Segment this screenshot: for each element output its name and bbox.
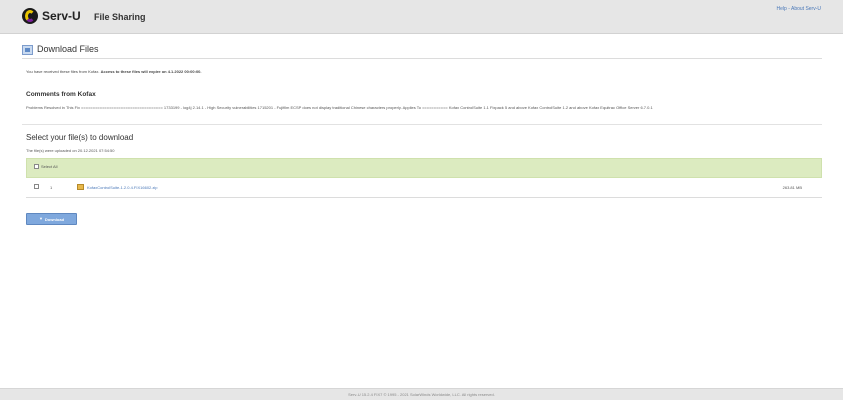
file-name-link[interactable]: KofaxControlSuite-1.2.0.4.FIX16602.zip <box>87 185 158 190</box>
page-footer: Serv-U 15.2.4 FIX7 © 1995 - 2021 SolarWi… <box>0 388 843 400</box>
serv-u-logo-icon <box>22 8 38 24</box>
received-notice: You have received these files from Kofax… <box>26 69 202 74</box>
file-size: 263.81 MB <box>782 185 802 190</box>
expire-text: Access to these files will expire on 4.1… <box>100 69 202 74</box>
title-divider <box>22 58 822 59</box>
app-header: Serv-U File Sharing Help - About Serv-U <box>0 0 843 34</box>
download-files-icon <box>22 45 33 55</box>
download-arrow-icon: ▼ <box>38 216 43 221</box>
comments-body: Problems Resolved in This Fix ==========… <box>26 105 653 110</box>
brand-name: Serv-U <box>42 9 81 23</box>
select-all-toggle[interactable]: Select All <box>34 164 57 169</box>
select-all-label: Select All <box>41 164 58 169</box>
file-row: 1 KofaxControlSuite-1.2.0.4.FIX16602.zip… <box>26 180 822 198</box>
file-checkbox[interactable] <box>34 184 39 189</box>
received-text: You have received these files from Kofax… <box>26 69 100 74</box>
header-links: Help - About Serv-U <box>777 6 821 12</box>
select-all-bar: Select All <box>26 158 822 178</box>
help-link[interactable]: Help <box>777 6 787 12</box>
comments-divider <box>22 124 822 125</box>
download-button[interactable]: ▼ Download <box>26 213 77 225</box>
download-button-label: Download <box>44 216 65 222</box>
comments-heading: Comments from Kofax <box>26 91 96 98</box>
app-title: File Sharing <box>94 12 146 22</box>
uploaded-timestamp: The file(s) were uploaded on 20.12.2021 … <box>26 148 115 153</box>
select-all-checkbox[interactable] <box>34 164 39 169</box>
select-files-heading: Select your file(s) to download <box>26 133 134 142</box>
page-title: Download Files <box>37 44 99 54</box>
file-number: 1 <box>50 185 53 190</box>
zip-file-icon <box>77 184 84 190</box>
footer-copyright: Serv-U 15.2.4 FIX7 © 1995 - 2021 SolarWi… <box>348 392 495 397</box>
file-row-divider <box>26 197 822 198</box>
about-link[interactable]: About Serv-U <box>791 6 821 12</box>
